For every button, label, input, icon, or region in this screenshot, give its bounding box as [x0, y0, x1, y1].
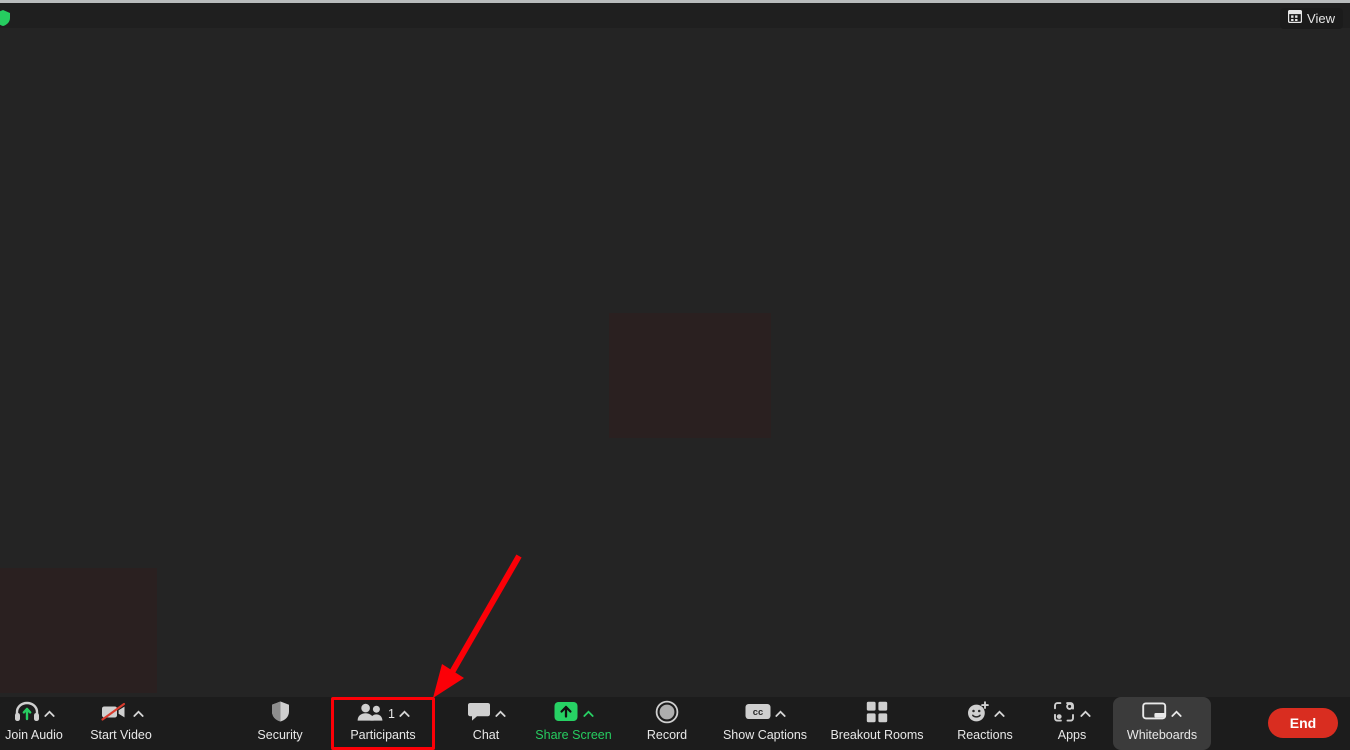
toolbar-item-chat[interactable]: Chat [447, 697, 525, 750]
toolbar-item-apps[interactable]: Apps [1034, 697, 1110, 750]
toolbar-items: Join Audio Start Video Security 1 Partic… [0, 697, 1260, 750]
participants-count: 1 [388, 706, 395, 721]
end-meeting-button[interactable]: End [1268, 708, 1338, 738]
record-icon [655, 700, 679, 729]
toolbar-item-reactions[interactable]: Reactions [938, 697, 1032, 750]
share-screen-icon [553, 700, 579, 728]
whiteboard-icon [1142, 701, 1167, 727]
encryption-shield-icon[interactable] [0, 8, 12, 28]
show-captions-chevron-up-icon[interactable] [774, 705, 786, 723]
reactions-chevron-up-icon[interactable] [993, 705, 1005, 723]
video-off-icon [99, 701, 129, 728]
video-tile-center [609, 313, 771, 438]
shield-icon [270, 700, 291, 728]
end-button-label: End [1289, 715, 1317, 731]
participants-chevron-up-icon[interactable] [399, 705, 410, 723]
record-label: Record [646, 728, 688, 742]
chat-bubble-icon [467, 701, 491, 727]
toolbar-item-security[interactable]: Security [240, 697, 320, 750]
apps-icon [1053, 701, 1076, 728]
grid-view-icon [1287, 9, 1303, 28]
whiteboards-chevron-up-icon[interactable] [1171, 705, 1182, 723]
reactions-label: Reactions [957, 728, 1013, 742]
apps-label: Apps [1057, 728, 1087, 742]
toolbar-item-record[interactable]: Record [630, 697, 704, 750]
toolbar-item-share-screen[interactable]: Share Screen [522, 697, 625, 750]
toolbar-item-show-captions[interactable]: cc Show Captions [713, 697, 817, 750]
toolbar-item-breakout-rooms[interactable]: Breakout Rooms [818, 697, 936, 750]
meeting-toolbar: Join Audio Start Video Security 1 Partic… [0, 697, 1350, 750]
start-video-label: Start Video [90, 728, 152, 742]
security-label: Security [257, 728, 303, 742]
toolbar-item-start-video[interactable]: Start Video [78, 697, 164, 750]
chat-chevron-up-icon[interactable] [494, 705, 506, 723]
show-captions-label: Show Captions [722, 728, 808, 742]
zoom-meeting-window: View Join Audio Start Video Security 1 P… [0, 0, 1350, 750]
breakout-rooms-icon [866, 701, 888, 728]
toolbar-item-participants[interactable]: 1 Participants [331, 697, 435, 750]
svg-text:cc: cc [752, 706, 762, 717]
reactions-icon [966, 700, 990, 728]
video-tile-corner [0, 568, 157, 693]
headset-icon [14, 701, 40, 728]
toolbar-item-join-audio[interactable]: Join Audio [0, 697, 78, 750]
view-button[interactable]: View [1280, 8, 1343, 29]
closed-captions-icon: cc [745, 703, 771, 725]
share-screen-label: Share Screen [535, 728, 612, 742]
breakout-rooms-label: Breakout Rooms [830, 728, 924, 742]
annotation-arrow [433, 554, 522, 698]
apps-chevron-up-icon[interactable] [1080, 705, 1091, 723]
share-screen-chevron-up-icon[interactable] [583, 705, 594, 723]
meeting-top-bar [0, 3, 1350, 28]
chat-label: Chat [472, 728, 500, 742]
participants-icon [356, 702, 384, 727]
participants-label: Participants [350, 728, 416, 742]
toolbar-item-whiteboards[interactable]: Whiteboards [1113, 697, 1211, 750]
view-button-label: View [1307, 11, 1335, 26]
join-audio-chevron-up-icon[interactable] [43, 705, 55, 723]
join-audio-label: Join Audio [5, 728, 63, 742]
start-video-chevron-up-icon[interactable] [132, 705, 144, 723]
whiteboards-label: Whiteboards [1126, 728, 1198, 742]
